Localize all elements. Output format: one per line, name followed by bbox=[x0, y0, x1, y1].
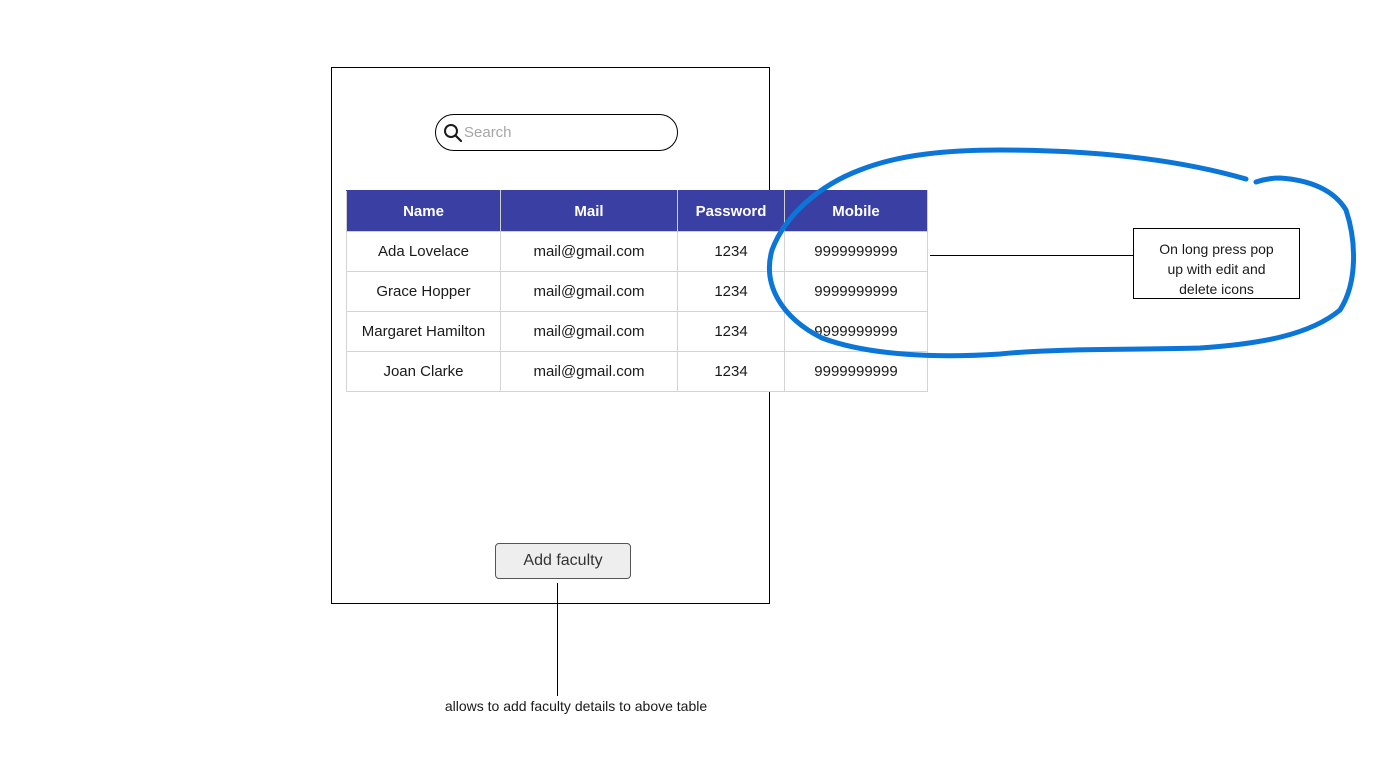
header-mobile[interactable]: Mobile bbox=[784, 190, 928, 232]
cell-password: 1234 bbox=[677, 351, 785, 392]
wireframe-canvas: Name Mail Password Mobile Ada Lovelace m… bbox=[0, 0, 1397, 768]
button-annotation-line bbox=[557, 583, 558, 696]
header-password[interactable]: Password bbox=[677, 190, 785, 232]
long-press-note-line: up with edit and bbox=[1167, 261, 1266, 277]
cell-mobile: 9999999999 bbox=[784, 351, 928, 392]
long-press-note-line: On long press pop bbox=[1159, 241, 1274, 257]
cell-mail: mail@gmail.com bbox=[500, 271, 678, 312]
search-bar[interactable] bbox=[435, 114, 678, 151]
mobile-annotation-line bbox=[930, 255, 1133, 256]
search-input[interactable] bbox=[464, 120, 664, 145]
long-press-note: On long press pop up with edit and delet… bbox=[1133, 228, 1300, 299]
table-row[interactable]: Margaret Hamilton mail@gmail.com 1234 99… bbox=[346, 311, 928, 352]
cell-mail: mail@gmail.com bbox=[500, 311, 678, 352]
long-press-note-line: delete icons bbox=[1179, 281, 1254, 297]
cell-mail: mail@gmail.com bbox=[500, 351, 678, 392]
header-mail[interactable]: Mail bbox=[500, 190, 678, 232]
cell-name: Ada Lovelace bbox=[346, 231, 501, 272]
table-row[interactable]: Ada Lovelace mail@gmail.com 1234 9999999… bbox=[346, 231, 928, 272]
table-row[interactable]: Grace Hopper mail@gmail.com 1234 9999999… bbox=[346, 271, 928, 312]
cell-password: 1234 bbox=[677, 271, 785, 312]
cell-password: 1234 bbox=[677, 311, 785, 352]
cell-password: 1234 bbox=[677, 231, 785, 272]
cell-mobile: 9999999999 bbox=[784, 231, 928, 272]
cell-mail: mail@gmail.com bbox=[500, 231, 678, 272]
cell-name: Grace Hopper bbox=[346, 271, 501, 312]
table-row[interactable]: Joan Clarke mail@gmail.com 1234 99999999… bbox=[346, 351, 928, 392]
table-header-row: Name Mail Password Mobile bbox=[346, 190, 928, 232]
search-icon bbox=[444, 124, 463, 143]
cell-mobile: 9999999999 bbox=[784, 271, 928, 312]
faculty-table: Name Mail Password Mobile Ada Lovelace m… bbox=[346, 190, 928, 392]
cell-mobile: 9999999999 bbox=[784, 311, 928, 352]
add-faculty-button[interactable]: Add faculty bbox=[495, 543, 631, 579]
button-annotation-text: allows to add faculty details to above t… bbox=[444, 698, 708, 714]
cell-name: Joan Clarke bbox=[346, 351, 501, 392]
header-name[interactable]: Name bbox=[346, 190, 501, 232]
cell-name: Margaret Hamilton bbox=[346, 311, 501, 352]
